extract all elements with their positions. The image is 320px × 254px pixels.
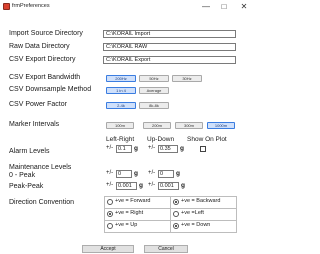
peak-left-right-input[interactable]: 0.001 (116, 182, 137, 190)
bandwidth-50hz-button[interactable]: 50Hz (139, 75, 169, 82)
alarm-ud-unit: g (180, 145, 184, 152)
alarm-left-right-input[interactable]: 0.1 (116, 145, 132, 153)
right-radio-label: +ve = Right (115, 210, 144, 216)
raw-directory-input[interactable]: C:\KORAIL RAW (103, 43, 236, 51)
direction-convention-label: Direction Convention (9, 199, 74, 206)
up-radio[interactable] (107, 223, 113, 229)
title-bar: frmPreferences — □ ✕ (0, 0, 254, 14)
backward-radio[interactable] (173, 199, 179, 205)
downsample-1in4-button[interactable]: 1 in 4 (106, 87, 136, 94)
maximize-icon[interactable]: □ (216, 1, 232, 12)
show-on-plot-header: Show On Plot (187, 136, 227, 143)
up-down-header: Up-Down (147, 136, 175, 143)
peak-peak-label: Peak-Peak (9, 183, 44, 190)
power-factor-2-4k-button[interactable]: 2-4k (106, 102, 136, 109)
marker-1000m-button[interactable]: 1000m (207, 122, 235, 129)
up-radio-label: +ve = Up (115, 222, 138, 228)
left-right-header: Left-Right (106, 136, 135, 143)
maintenance-zero-peak-label: 0 - Peak (9, 172, 36, 179)
peak-lr-pm: +/- (106, 182, 114, 188)
downsample-average-button[interactable]: Average (139, 87, 169, 94)
bandwidth-200hz-button[interactable]: 200Hz (106, 75, 136, 82)
peak-ud-pm: +/- (148, 182, 156, 188)
cancel-button[interactable]: Cancel (144, 245, 188, 253)
csv-export-directory-input[interactable]: C:\KORAIL Export (103, 56, 236, 64)
alarm-levels-label: Alarm Levels (9, 148, 50, 155)
down-radio-label: +ve = Down (181, 222, 211, 228)
bandwidth-label: CSV Export Bandwidth (9, 74, 81, 81)
marker-intervals-label: Marker Intervals (9, 121, 60, 128)
power-factor-8k-button[interactable]: 8k-8k (139, 102, 169, 109)
marker-100m-button[interactable]: 100m (106, 122, 134, 129)
minimize-icon[interactable]: — (198, 1, 214, 12)
down-radio[interactable] (173, 223, 179, 229)
backward-radio-label: +ve = Backward (181, 198, 221, 204)
left-radio[interactable] (173, 211, 179, 217)
alarm-ud-pm: +/- (148, 145, 156, 151)
alarm-lr-pm: +/- (106, 145, 114, 151)
maintenance-left-right-input[interactable]: 0 (116, 170, 132, 178)
alarm-up-down-input[interactable]: 0.35 (158, 145, 178, 153)
alarm-lr-unit: g (134, 145, 138, 152)
raw-directory-label: Raw Data Directory (9, 43, 70, 50)
peak-ud-unit: g (181, 182, 185, 189)
right-radio[interactable] (107, 211, 113, 217)
import-directory-input[interactable]: C:\KORAIL Import (103, 30, 236, 38)
accept-button[interactable]: Accept (82, 245, 134, 253)
maint-ud-pm: +/- (148, 170, 156, 176)
marker-300m-button[interactable]: 300m (175, 122, 203, 129)
power-factor-label: CSV Power Factor (9, 101, 67, 108)
window-title: frmPreferences (12, 3, 50, 9)
maint-ud-unit: g (176, 170, 180, 177)
bandwidth-30hz-button[interactable]: 30Hz (172, 75, 202, 82)
maintenance-up-down-input[interactable]: 0 (158, 170, 174, 178)
downsample-label: CSV Downsample Method (9, 86, 92, 93)
maintenance-levels-label: Maintenance Levels (9, 164, 72, 171)
close-icon[interactable]: ✕ (236, 1, 252, 12)
csv-export-directory-label: CSV Export Directory (9, 56, 76, 63)
preferences-window: frmPreferences — □ ✕ Import Source Direc… (0, 0, 254, 254)
show-on-plot-checkbox[interactable] (200, 146, 206, 152)
marker-200m-button[interactable]: 200m (143, 122, 171, 129)
maint-lr-pm: +/- (106, 170, 114, 176)
maint-lr-unit: g (134, 170, 138, 177)
peak-lr-unit: g (139, 182, 143, 189)
forward-radio[interactable] (107, 199, 113, 205)
app-icon (3, 3, 10, 10)
left-radio-label: +ve =Left (181, 210, 204, 216)
peak-up-down-input[interactable]: 0.001 (158, 182, 179, 190)
forward-radio-label: +ve = Forward (115, 198, 151, 204)
import-directory-label: Import Source Directory (9, 30, 83, 37)
